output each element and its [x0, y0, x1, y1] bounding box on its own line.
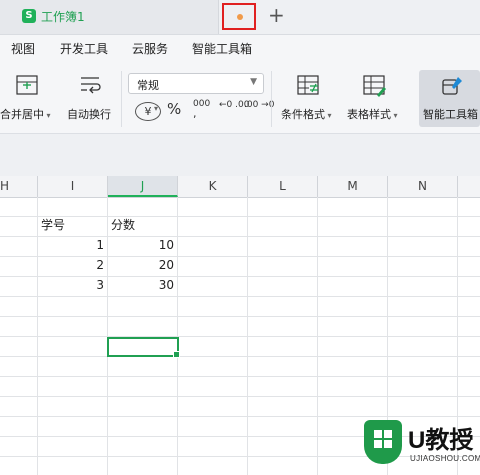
chevron-down-icon: ▾ [44, 111, 51, 120]
grid-line [0, 336, 480, 337]
currency-icon: ¥ [144, 105, 152, 118]
chevron-down-icon: ▾ [391, 111, 398, 120]
menu-developer[interactable]: 开发工具 [60, 40, 108, 57]
merge-center-label: 合并居中 [0, 108, 44, 121]
table-style-button[interactable]: 表格样式 ▾ [347, 106, 398, 122]
watermark: U教授 UJIAOSHOU.COM [360, 418, 480, 475]
menu-view[interactable]: 视图 [11, 40, 35, 57]
spreadsheet-logo-icon: S [22, 9, 36, 23]
cell-j2[interactable]: 10 [108, 235, 177, 255]
decrease-decimal-button[interactable]: .00 →0 [244, 100, 274, 110]
column-header-l[interactable]: L [248, 176, 318, 197]
thousands-separator-button[interactable]: 000, [193, 100, 210, 120]
unsaved-indicator-highlight [222, 3, 256, 30]
selected-cell[interactable] [107, 337, 180, 358]
decrease-decimal-label: .00 →0 [244, 100, 275, 110]
cell-j3[interactable]: 20 [108, 255, 177, 275]
table-style-icon[interactable] [363, 75, 387, 97]
conditional-format-button[interactable]: 条件格式 ▾ [281, 106, 332, 122]
cell-j4[interactable]: 30 [108, 275, 177, 295]
ribbon-toolbar: 合并居中 ▾ 自动换行 常规 ▼ ¥ ▾ % 000, ←0 .00 .00 →… [0, 63, 480, 134]
cell-i1[interactable]: 学号 [38, 215, 107, 235]
chevron-down-icon: ▾ [325, 111, 332, 120]
cell-i2[interactable]: 1 [38, 235, 107, 255]
shield-logo-icon [364, 420, 402, 464]
new-tab-button[interactable]: + [268, 3, 285, 27]
increase-decimal-button[interactable]: ←0 .00 [219, 100, 249, 110]
grid-line [0, 316, 480, 317]
column-header-n[interactable]: N [388, 176, 458, 197]
formula-bar-area [0, 134, 480, 177]
percent-button[interactable]: % [167, 100, 181, 118]
watermark-site: UJIAOSHOU.COM [410, 454, 480, 463]
merge-center-button[interactable]: 合并居中 ▾ [0, 106, 51, 122]
toolbox-icon [442, 77, 462, 95]
chevron-down-icon: ▼ [250, 77, 257, 87]
workbook-title: 工作簿1 [41, 10, 85, 24]
column-header-h[interactable]: H [0, 176, 38, 197]
chevron-down-icon[interactable]: ▾ [154, 104, 158, 113]
ribbon-divider [271, 71, 272, 127]
menu-cloud[interactable]: 云服务 [132, 40, 168, 57]
grid-line [0, 376, 480, 377]
ribbon-divider [121, 71, 122, 127]
number-format-value: 常规 [137, 79, 159, 92]
column-header-k[interactable]: K [178, 176, 248, 197]
wrap-text-label[interactable]: 自动换行 [67, 106, 111, 122]
workbook-tab[interactable]: S 工作簿1 [0, 0, 219, 34]
cell-j1[interactable]: 分数 [108, 215, 177, 235]
grid-line [0, 396, 480, 397]
conditional-format-icon[interactable] [297, 75, 321, 97]
fill-handle[interactable] [173, 351, 180, 358]
column-headers: H I J K L M N [0, 176, 480, 198]
cell-i4[interactable]: 3 [38, 275, 107, 295]
column-header-j[interactable]: J [108, 176, 178, 197]
wrap-text-icon[interactable] [79, 75, 103, 95]
unsaved-dot-icon[interactable] [237, 14, 243, 20]
number-format-select[interactable]: 常规 ▼ [128, 73, 264, 94]
column-header-i[interactable]: I [38, 176, 108, 197]
conditional-format-label: 条件格式 [281, 108, 325, 121]
windows-logo-icon [374, 430, 392, 448]
grid-line [0, 416, 480, 417]
merge-center-icon[interactable] [16, 75, 38, 95]
watermark-brand: U教授 [408, 427, 474, 454]
smart-toolbox-button[interactable]: 智能工具箱 [419, 70, 480, 127]
smart-toolbox-label: 智能工具箱 [423, 108, 478, 121]
tab-bar: S 工作簿1 + [0, 0, 480, 35]
table-style-label: 表格样式 [347, 108, 391, 121]
grid-line [0, 356, 480, 357]
grid-line [0, 296, 480, 297]
menu-smart-toolbox[interactable]: 智能工具箱 [192, 40, 252, 57]
menu-bar: 视图 开发工具 云服务 智能工具箱 [0, 35, 480, 63]
column-header-m[interactable]: M [318, 176, 388, 197]
cell-i3[interactable]: 2 [38, 255, 107, 275]
